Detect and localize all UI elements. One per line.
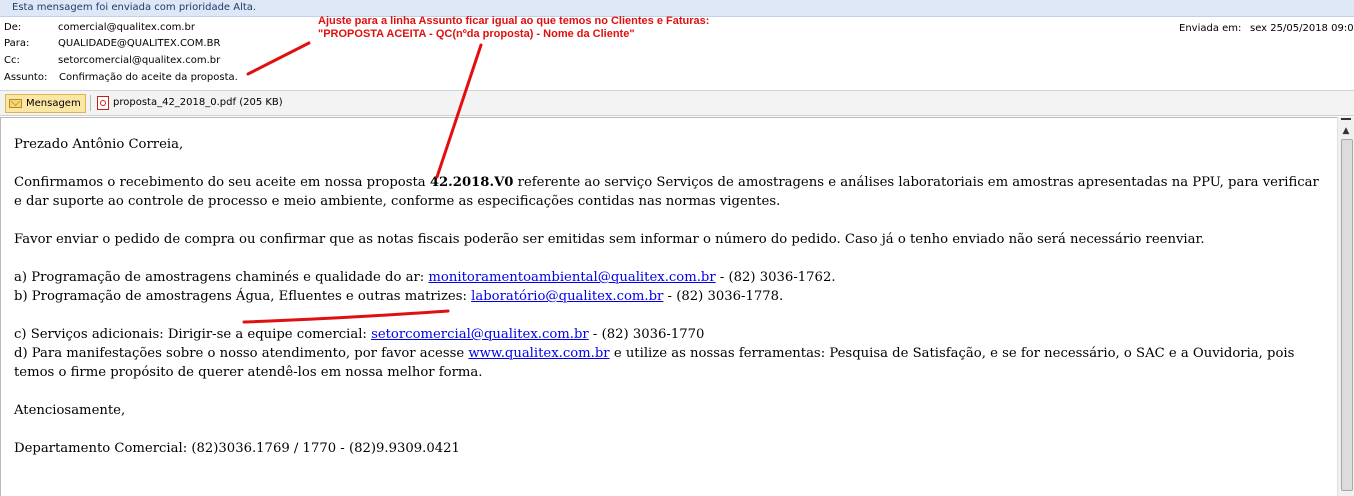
pdf-icon (97, 95, 109, 110)
item-c: c) Serviços adicionais: Dirigir-se a equ… (14, 325, 1329, 344)
subject-value: Confirmação do aceite da proposta. (59, 72, 238, 83)
attachment-divider (90, 95, 91, 111)
sent-label: Enviada em: (1179, 23, 1242, 34)
review-annotation: Ajuste para a linha Assunto ficar igual … (318, 15, 709, 41)
to-value[interactable]: QUALIDADE@QUALITEX.COM.BR (58, 37, 220, 51)
item-d: d) Para manifestações sobre o nosso aten… (14, 344, 1329, 382)
message-content: Prezado Antônio Correia, Confirmamos o r… (14, 135, 1329, 458)
pdf-attachment[interactable]: proposta_42_2018_0.pdf (205 KB) (97, 94, 283, 111)
sent-value: sex 25/05/2018 09:05 (1250, 23, 1354, 34)
monitoramento-email-link[interactable]: monitoramentoambiental@qualitex.com.br (428, 270, 715, 285)
item-b-phone: - (82) 3036-1778. (663, 289, 784, 304)
priority-banner-text: Esta mensagem foi enviada com prioridade… (12, 2, 257, 13)
cc-label: Cc: (4, 55, 20, 66)
cc-value[interactable]: setorcomercial@qualitex.com.br (58, 54, 220, 68)
laboratorio-email-link[interactable]: laboratório@qualitex.com.br (471, 289, 663, 304)
item-c-phone: - (82) 3036-1770 (588, 327, 705, 342)
setorcomercial-email-link[interactable]: setorcomercial@qualitex.com.br (371, 327, 589, 342)
annotation-line-1: Ajuste para a linha Assunto ficar igual … (318, 15, 710, 27)
annotation-line-2: "PROPOSTA ACEITA - QC(nºda proposta) - N… (318, 28, 635, 40)
item-a: a) Programação de amostragens chaminés e… (14, 268, 1329, 287)
from-value[interactable]: comercial@qualitex.com.br (58, 21, 195, 35)
attachment-bar: Mensagem proposta_42_2018_0.pdf (205 KB) (0, 90, 1354, 116)
from-label: De: (4, 22, 22, 33)
paragraph-order-request: Favor enviar o pedido de compra ou confi… (14, 232, 1205, 247)
p1-text: Confirmamos o recebimento do seu aceite … (14, 175, 430, 190)
message-tab-label: Mensagem (26, 98, 81, 109)
subject-label: Assunto: (4, 72, 48, 83)
pdf-attachment-label: proposta_42_2018_0.pdf (205 KB) (113, 97, 283, 108)
chevron-up-icon[interactable]: ▲ (1338, 123, 1354, 140)
scrollbar-thumb[interactable] (1341, 139, 1353, 491)
item-a-phone: - (82) 3036-1762. (715, 270, 836, 285)
item-c-text: c) Serviços adicionais: Dirigir-se a equ… (14, 327, 372, 342)
message-body[interactable]: Prezado Antônio Correia, Confirmamos o r… (0, 117, 1337, 496)
item-b-text: b) Programação de amostragens Água, Eflu… (14, 289, 472, 304)
item-a-text: a) Programação de amostragens chaminés e… (14, 270, 429, 285)
envelope-icon (9, 99, 22, 108)
item-d-text: d) Para manifestações sobre o nosso aten… (14, 346, 469, 361)
message-tab[interactable]: Mensagem (5, 94, 86, 113)
website-link[interactable]: www.qualitex.com.br (468, 346, 609, 361)
closing: Atenciosamente, (14, 403, 126, 418)
vertical-scrollbar[interactable]: ▲ (1337, 117, 1354, 496)
scroll-top-line-icon (1341, 118, 1351, 120)
to-label: Para: (4, 38, 30, 49)
item-b: b) Programação de amostragens Água, Eflu… (14, 287, 1329, 306)
signature: Departamento Comercial: (82)3036.1769 / … (14, 441, 460, 456)
greeting: Prezado Antônio Correia, (14, 137, 184, 152)
proposal-number: 42.2018.V0 (429, 175, 514, 190)
paragraph-confirmation: Confirmamos o recebimento do seu aceite … (14, 173, 1329, 211)
